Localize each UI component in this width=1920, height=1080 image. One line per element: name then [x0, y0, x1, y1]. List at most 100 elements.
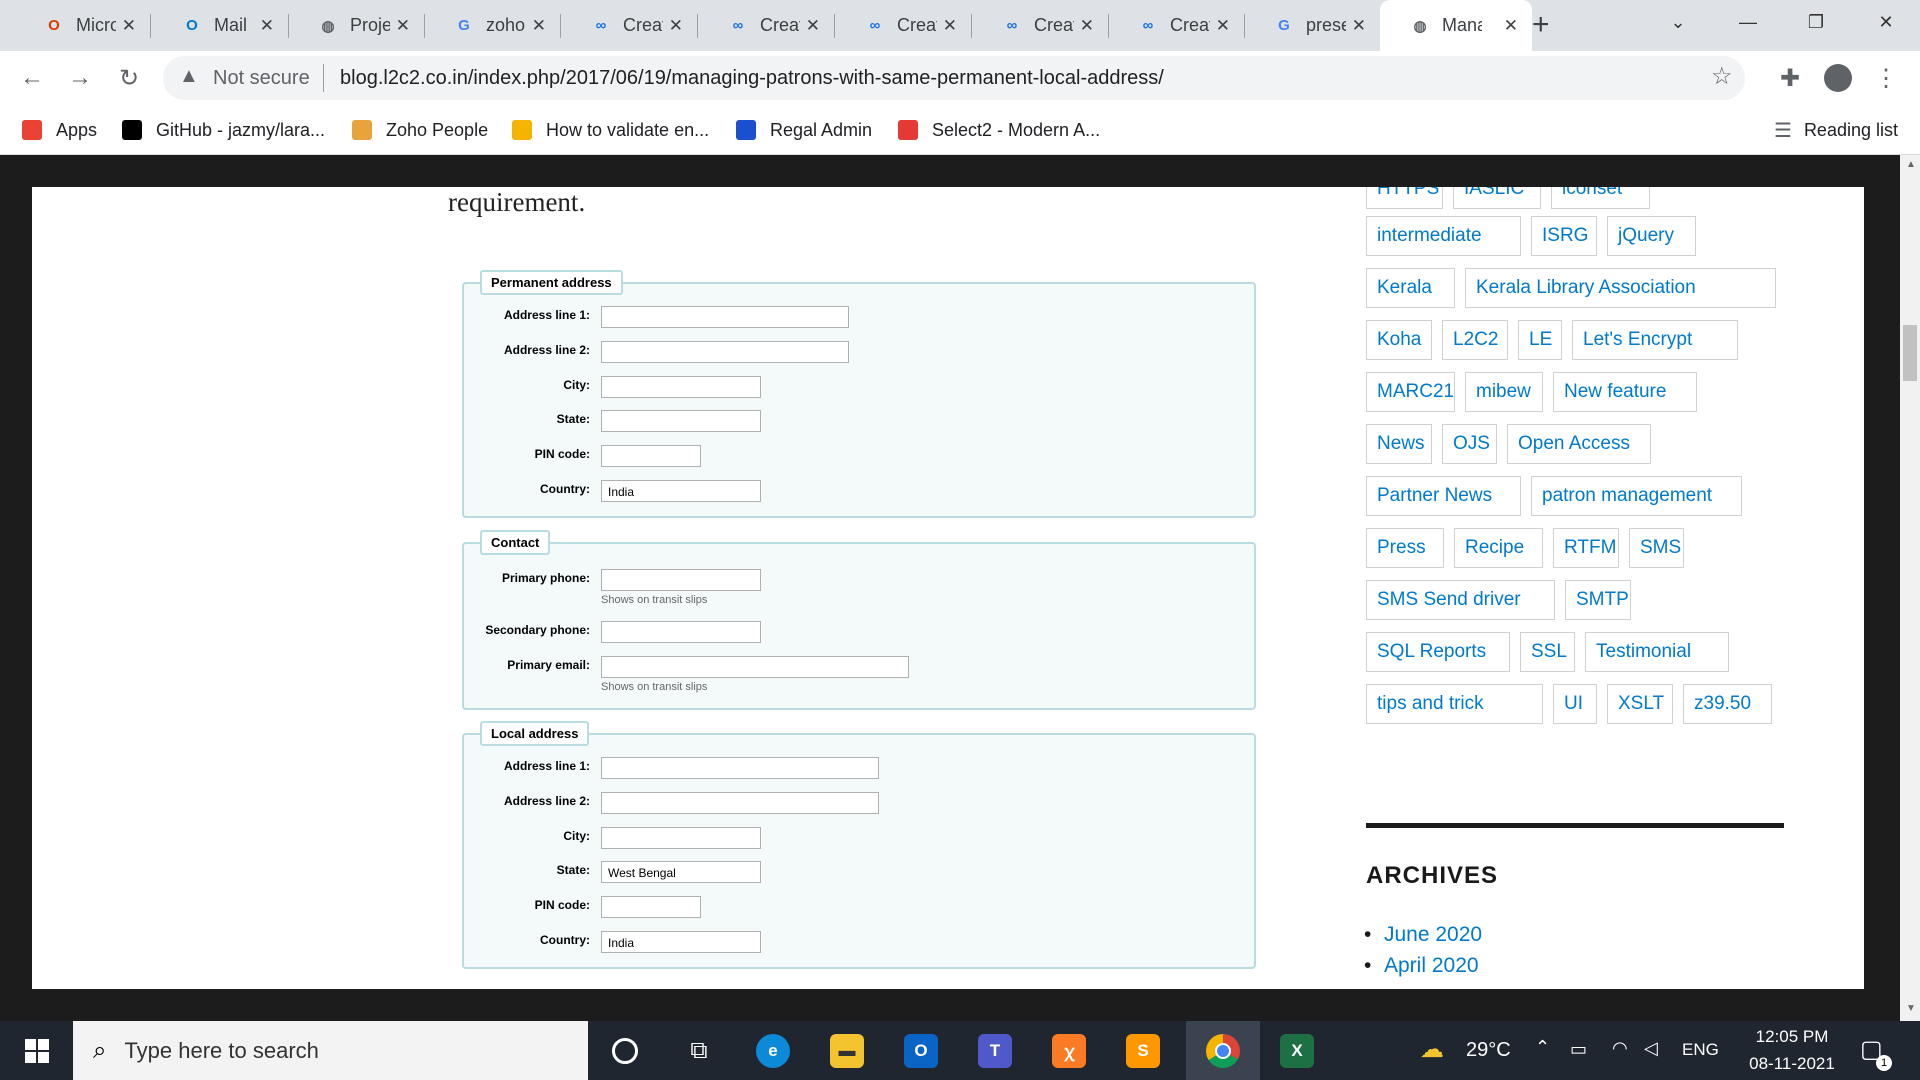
tag-link[interactable]: Recipe [1454, 528, 1543, 568]
xampp-icon[interactable]: ꭓ [1032, 1021, 1106, 1080]
tag-link[interactable]: New feature [1553, 372, 1697, 412]
warning-icon[interactable]: ▲ [179, 65, 199, 88]
address-input[interactable] [601, 341, 849, 363]
bookmark-item[interactable]: GitHub - jazmy/lara... [122, 106, 325, 154]
tag-link[interactable]: OJS [1442, 424, 1497, 464]
close-tab-icon[interactable]: ✕ [669, 16, 683, 36]
address-input[interactable] [601, 757, 879, 779]
volume-icon[interactable]: ◁ [1644, 1038, 1658, 1059]
tag-link[interactable]: ISRG [1531, 216, 1597, 256]
address-input[interactable]: India [601, 480, 761, 502]
task-view-icon[interactable]: ⧉ [662, 1021, 736, 1080]
browser-tab[interactable]: Gprese ✕ [1244, 0, 1381, 51]
browser-tab[interactable]: ◍ Proje ✕ [288, 0, 425, 51]
primary-email-input[interactable] [601, 656, 909, 678]
close-tab-icon[interactable]: ✕ [943, 16, 957, 36]
clock-time[interactable]: 12:05 PM [1747, 1027, 1837, 1047]
tag-link[interactable]: SMTP [1565, 580, 1631, 620]
browser-tab[interactable]: O Mail ✕ [152, 0, 289, 51]
tag-link[interactable]: z39.50 [1683, 684, 1772, 724]
tag-link[interactable]: IASLIC [1453, 187, 1541, 209]
weather-icon[interactable]: ☁ [1420, 1035, 1444, 1064]
minimize-icon[interactable]: — [1718, 0, 1778, 45]
tag-link[interactable]: HTTPS [1366, 187, 1443, 209]
tag-link[interactable]: News [1366, 424, 1432, 464]
reading-list[interactable]: ☰ Reading list [1774, 106, 1898, 154]
tag-link[interactable]: Press [1366, 528, 1444, 568]
clock-date[interactable]: 08-11-2021 [1736, 1054, 1848, 1074]
address-input[interactable]: West Bengal [601, 861, 761, 883]
address-bar[interactable]: ▲ Not secure blog.l2c2.co.in/index.php/2… [163, 56, 1745, 100]
browser-tab[interactable]: ∞ Creat ✕ [1108, 0, 1245, 51]
tag-link[interactable]: RTFM [1553, 528, 1619, 568]
close-tab-icon[interactable]: ✕ [1080, 16, 1094, 36]
extensions-icon[interactable]: ✚ [1772, 60, 1808, 96]
weather-temp[interactable]: 29°C [1466, 1039, 1511, 1062]
tag-link[interactable]: SSL [1520, 632, 1575, 672]
wifi-icon[interactable]: ◠ [1612, 1038, 1628, 1059]
browser-tab[interactable]: O Micro ✕ [14, 0, 151, 51]
tab-search-icon[interactable]: ⌄ [1648, 0, 1708, 45]
browser-tab[interactable]: ∞ Creat ✕ [972, 0, 1109, 51]
menu-dots-icon[interactable]: ⋮ [1868, 60, 1904, 96]
tag-link[interactable]: iconset [1551, 187, 1650, 209]
close-tab-icon[interactable]: ✕ [1352, 16, 1366, 36]
star-icon[interactable]: ☆ [1711, 62, 1733, 91]
tag-link[interactable]: UI [1553, 684, 1597, 724]
bookmark-item[interactable]: Zoho People [352, 106, 488, 154]
profile-icon[interactable] [1820, 60, 1856, 96]
address-input[interactable] [601, 445, 701, 467]
close-tab-icon[interactable]: ✕ [396, 16, 410, 36]
close-tab-icon[interactable]: ✕ [806, 16, 820, 36]
tag-link[interactable]: Open Access [1507, 424, 1651, 464]
back-icon[interactable]: ← [14, 60, 50, 96]
tag-link[interactable]: Kerala Library Association [1465, 268, 1776, 308]
cortana-icon[interactable] [588, 1021, 662, 1080]
tag-link[interactable]: Koha [1366, 320, 1432, 360]
address-input[interactable] [601, 827, 761, 849]
forward-icon[interactable]: → [62, 60, 98, 96]
tag-link[interactable]: Kerala [1366, 268, 1455, 308]
sublime-text-icon[interactable]: S [1106, 1021, 1180, 1080]
tag-link[interactable]: jQuery [1607, 216, 1696, 256]
tray-chevron-icon[interactable]: ⌃ [1535, 1037, 1550, 1058]
address-input[interactable] [601, 792, 879, 814]
close-tab-icon[interactable]: ✕ [532, 16, 546, 36]
archive-link[interactable]: June 2020 [1364, 923, 1482, 947]
new-tab-button[interactable]: + [1532, 8, 1550, 42]
tag-link[interactable]: XSLT [1607, 684, 1673, 724]
battery-icon[interactable]: ▭ [1570, 1039, 1587, 1060]
page-scrollbar[interactable]: ▲ ▼ [1900, 155, 1920, 1021]
url-text[interactable]: blog.l2c2.co.in/index.php/2017/06/19/man… [340, 67, 1164, 90]
scroll-down-icon[interactable]: ▼ [1906, 1003, 1916, 1014]
tag-link[interactable]: Partner News [1366, 476, 1521, 516]
address-input[interactable] [601, 306, 849, 328]
file-explorer-icon[interactable]: ▬ [810, 1021, 884, 1080]
bookmark-item[interactable]: Apps [22, 106, 97, 154]
close-tab-icon[interactable]: ✕ [1504, 16, 1518, 36]
restore-icon[interactable]: ❐ [1786, 0, 1846, 45]
tag-link[interactable]: SMS [1629, 528, 1684, 568]
scrollbar-thumb[interactable] [1903, 325, 1917, 381]
browser-tab[interactable]: Gzoho ✕ [424, 0, 561, 51]
bookmark-item[interactable]: How to validate en... [512, 106, 709, 154]
address-input[interactable] [601, 896, 701, 918]
close-tab-icon[interactable]: ✕ [260, 16, 274, 36]
tag-link[interactable]: LE [1518, 320, 1562, 360]
tag-link[interactable]: intermediate [1366, 216, 1521, 256]
scroll-up-icon[interactable]: ▲ [1906, 159, 1916, 170]
tag-link[interactable]: mibew [1465, 372, 1543, 412]
bookmark-item[interactable]: Regal Admin [736, 106, 872, 154]
primary-phone-input[interactable] [601, 569, 761, 591]
address-input[interactable] [601, 376, 761, 398]
tag-link[interactable]: L2C2 [1442, 320, 1508, 360]
bookmark-item[interactable]: Select2 - Modern A... [898, 106, 1100, 154]
outlook-icon[interactable]: O [884, 1021, 958, 1080]
archive-link[interactable]: April 2020 [1364, 954, 1478, 978]
browser-tab[interactable]: ∞ Creat ✕ [698, 0, 835, 51]
teams-icon[interactable]: T [958, 1021, 1032, 1080]
tag-link[interactable]: SQL Reports [1366, 632, 1510, 672]
close-tab-icon[interactable]: ✕ [122, 16, 136, 36]
address-input[interactable]: India [601, 931, 761, 953]
browser-tab[interactable]: ∞ Creat ✕ [561, 0, 698, 51]
